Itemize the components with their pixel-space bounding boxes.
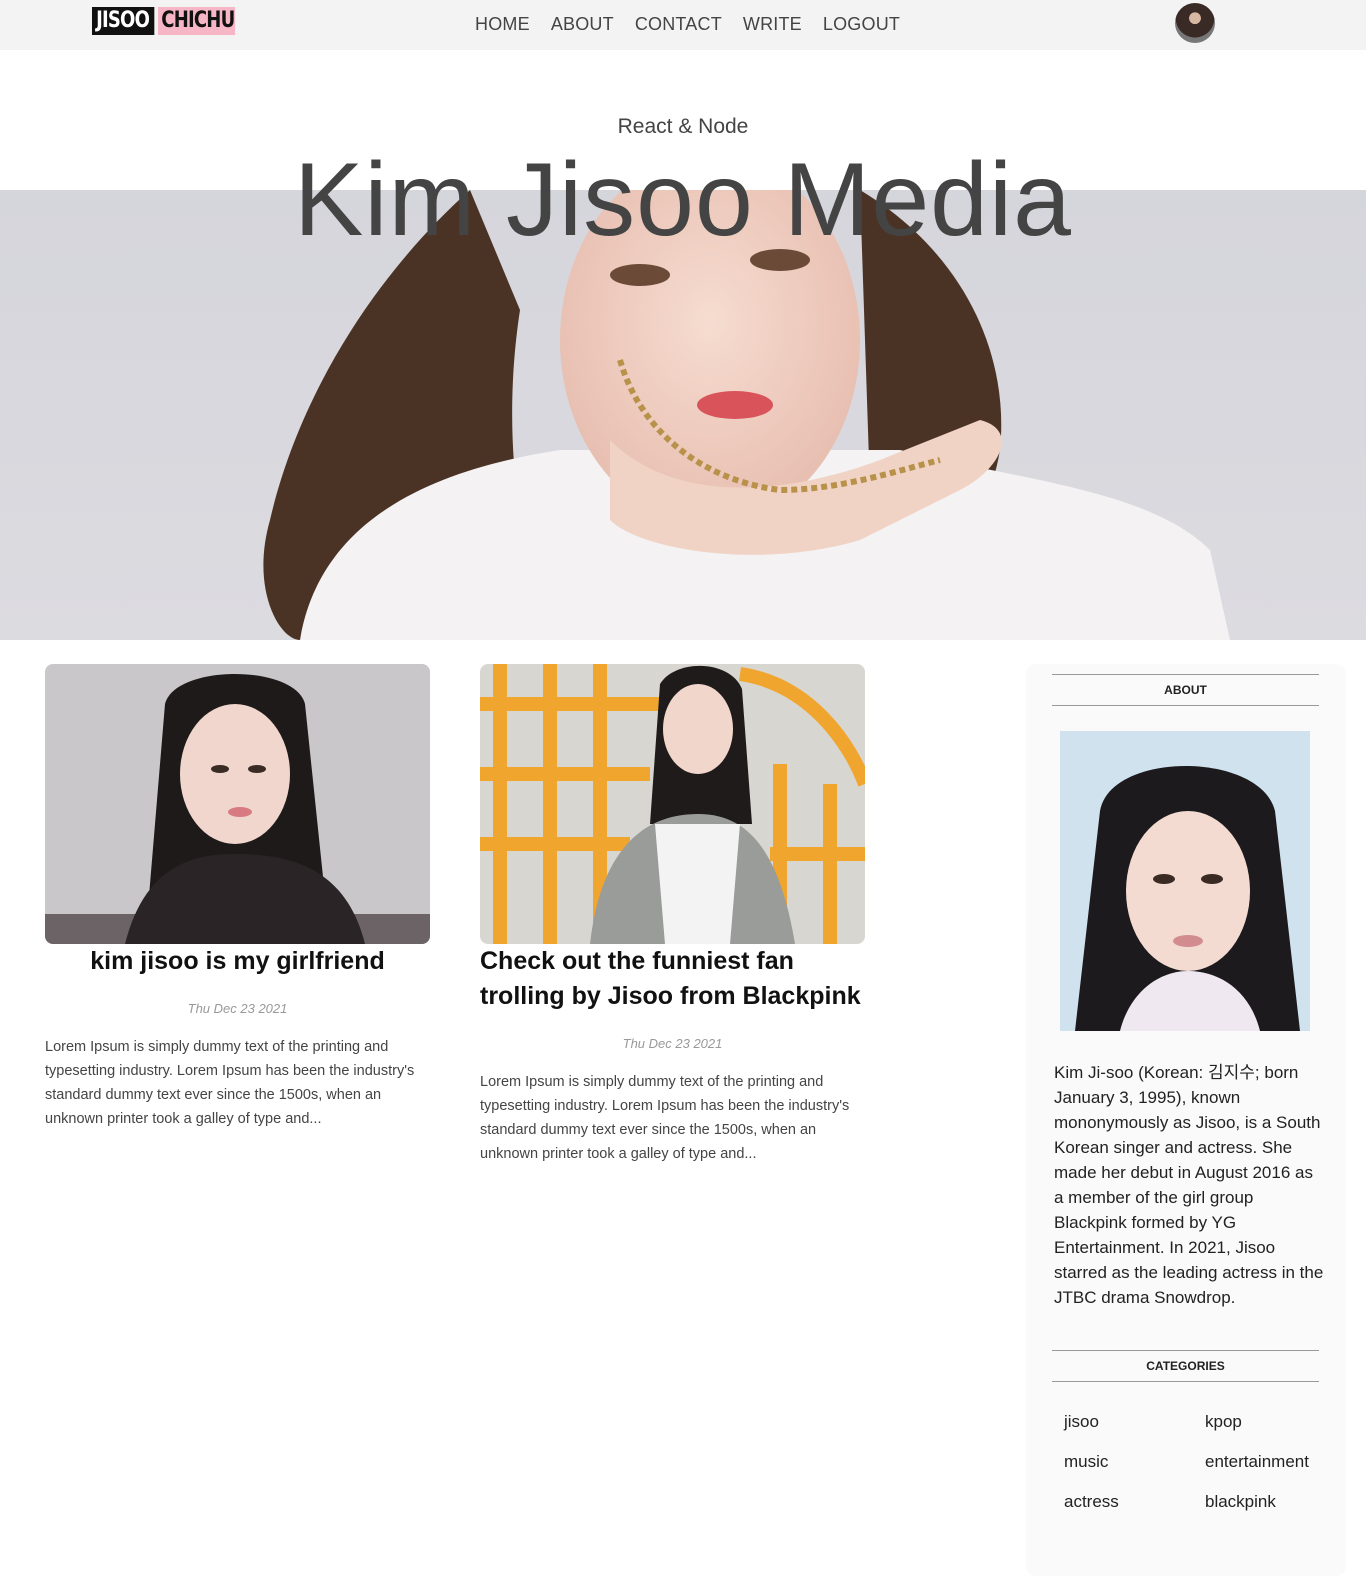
category-list: jisoo kpop music entertainment actress b…	[1064, 1409, 1344, 1515]
categories-heading: CATEGORIES	[1052, 1350, 1319, 1382]
post-date: Thu Dec 23 2021	[622, 1036, 723, 1051]
sidebar: ABOUT Kim Ji-soo (Korean: 김지수; born Janu…	[1026, 664, 1346, 1576]
category-kpop[interactable]: kpop	[1205, 1409, 1345, 1435]
nav-write[interactable]: WRITE	[743, 14, 802, 35]
about-text: Kim Ji-soo (Korean: 김지수; born January 3,…	[1054, 1063, 1324, 1307]
post-card[interactable]: Check out the funniest fan trolling by J…	[480, 664, 865, 1166]
header-title: Kim Jisoo Media	[294, 142, 1072, 258]
category-blackpink[interactable]: blackpink	[1205, 1489, 1345, 1515]
logo-part-1: JISOO	[92, 7, 155, 35]
category-entertainment[interactable]: entertainment	[1205, 1449, 1345, 1475]
post-excerpt: Lorem Ipsum is simply dummy text of the …	[45, 1039, 415, 1127]
post-image[interactable]	[45, 664, 430, 944]
user-avatar[interactable]	[1175, 3, 1215, 43]
post-image[interactable]	[480, 664, 865, 944]
top-bar: JISOO CHICHU HOME ABOUT CONTACT WRITE LO…	[0, 0, 1366, 50]
nav-contact[interactable]: CONTACT	[635, 14, 722, 35]
category-music[interactable]: music	[1064, 1449, 1205, 1475]
post-date: Thu Dec 23 2021	[187, 1001, 288, 1016]
about-heading: ABOUT	[1052, 674, 1319, 706]
post-title[interactable]: kim jisoo is my girlfriend	[45, 944, 430, 979]
post-card[interactable]: kim jisoo is my girlfriend Thu Dec 23 20…	[45, 664, 430, 1131]
post-excerpt: Lorem Ipsum is simply dummy text of the …	[480, 1074, 850, 1162]
main-nav: HOME ABOUT CONTACT WRITE LOGOUT	[475, 14, 900, 35]
category-jisoo[interactable]: jisoo	[1064, 1409, 1205, 1435]
category-actress[interactable]: actress	[1064, 1489, 1205, 1515]
nav-about[interactable]: ABOUT	[551, 14, 614, 35]
logo-part-2: CHICHU	[158, 7, 235, 35]
post-title[interactable]: Check out the funniest fan trolling by J…	[480, 944, 865, 1014]
site-logo[interactable]: JISOO CHICHU	[92, 7, 252, 35]
about-photo	[1060, 731, 1310, 1031]
nav-logout[interactable]: LOGOUT	[823, 14, 900, 35]
header-subtitle: React & Node	[617, 115, 749, 138]
nav-home[interactable]: HOME	[475, 14, 530, 35]
